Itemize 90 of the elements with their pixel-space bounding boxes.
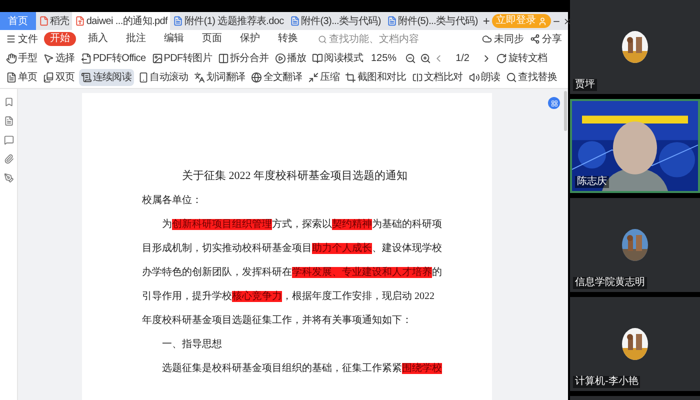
file-menu[interactable]: 文件 (6, 32, 38, 46)
toolbar-button[interactable]: 连续阅读 (78, 69, 134, 86)
toolbar-button[interactable]: 手型 (4, 50, 40, 67)
comment-icon[interactable] (4, 135, 14, 145)
document-line: 一、指导思想 (162, 338, 222, 352)
video-tile[interactable]: 陈志庆 (570, 99, 700, 193)
page-number: 1/2 (454, 52, 470, 66)
hand-icon (6, 53, 17, 64)
crop-icon (345, 72, 356, 83)
toolbar-button[interactable]: 阅读模式 (310, 50, 365, 67)
search-field[interactable]: 查找功能、文档内容 (318, 32, 429, 46)
cloud-icon (482, 34, 492, 44)
toolbar-button[interactable]: 截图和对比 (343, 69, 408, 86)
toolbar-button[interactable]: 自动滚动 (136, 69, 190, 86)
share-button[interactable]: 分享 (530, 32, 562, 46)
pdf-icon (75, 16, 86, 26)
share-icon (530, 34, 540, 44)
document-line: 为创新科研项目组织管理方式，探索以契约精神为基础的科研项 (162, 218, 442, 232)
zoom-in-icon[interactable] (420, 53, 431, 64)
zoom-level[interactable]: 125% (367, 51, 401, 66)
document-line: 校属各单位： (142, 194, 202, 208)
scrollbar[interactable] (564, 91, 567, 131)
toolbar-button[interactable]: 拆分合并 (216, 50, 271, 67)
page-icon (6, 72, 17, 83)
toolbar-button[interactable]: 朗读 (466, 69, 502, 86)
globe-icon (251, 72, 262, 83)
page-icon[interactable] (4, 116, 14, 126)
document-line: 选题征集是校科研基金项目组织的基础，征集工作紧紧围绕学校 (162, 362, 442, 376)
scroll-icon (80, 72, 92, 83)
menu-tab[interactable]: 开始 (44, 32, 76, 46)
participant-name: 陈志庆 (575, 176, 609, 188)
document-line: 引导作用，提升学校核心竞争力，根据年度工作安排，现启动 2022 (142, 290, 434, 304)
close-icon[interactable] (562, 16, 572, 26)
play-icon (274, 53, 286, 64)
toolbar-button[interactable]: 压缩 (306, 69, 342, 86)
columns-icon (218, 53, 229, 64)
tab[interactable]: daiwei ...的通知.pdf (72, 12, 170, 30)
toolbar-button[interactable]: 旋转文档 (494, 50, 550, 67)
toolbar-button[interactable]: 文档比对 (410, 69, 465, 86)
speaker-icon (468, 72, 480, 83)
assistant-icon[interactable] (548, 97, 560, 109)
rotate-icon (496, 53, 508, 64)
participant-name: 贾坪 (573, 79, 597, 91)
document-line: 办学特色的创新团队，发挥科研在学科发展、专业建设和人才培养的 (142, 266, 442, 280)
paperclip-icon[interactable] (4, 154, 14, 164)
compress-icon (308, 72, 320, 83)
search-icon (318, 34, 327, 44)
pen-icon[interactable] (4, 173, 14, 183)
menu-tab[interactable]: 编辑 (158, 32, 190, 46)
user-icon (538, 16, 547, 26)
toolbar-button[interactable]: 全文翻译 (249, 69, 304, 86)
sync-status[interactable]: 未同步 (482, 32, 524, 46)
menu-tab[interactable]: 插入 (82, 32, 114, 46)
toolbar-button[interactable]: 双页 (41, 69, 77, 86)
video-tile[interactable]: 计算机-李小艳 (570, 297, 700, 391)
toolbar-button[interactable]: PDF转Office (78, 50, 148, 67)
document-title: 关于征集 2022 年度校科研基金项目选题的通知 (182, 169, 408, 183)
file-export-icon (80, 53, 92, 64)
document-line: 目形成机制，切实推动校科研基金项目助力个人成长、建设体现学校 (142, 242, 442, 256)
document-icon (173, 16, 184, 26)
toolbar-button[interactable]: PDF转图片 (150, 50, 214, 67)
book-icon (312, 53, 324, 64)
video-tile[interactable]: 信息学院黄志明 (570, 198, 700, 292)
file-icon (39, 16, 49, 26)
menu-icon (6, 34, 16, 44)
compare-icon (412, 72, 423, 83)
zoom-out-icon[interactable] (404, 53, 416, 64)
search-icon (506, 72, 518, 83)
new-tab-button[interactable]: + (480, 12, 492, 30)
document-icon (290, 16, 300, 26)
pages-icon (43, 72, 54, 83)
participant-name: 信息学院黄志明 (573, 277, 647, 289)
video-tile[interactable]: 贾坪 (570, 0, 700, 94)
document-icon (386, 16, 397, 26)
toolbar-button[interactable]: 划词翻译 (192, 69, 248, 86)
bookmark-icon[interactable] (4, 97, 14, 107)
toolbar-button[interactable]: 选择 (41, 50, 77, 67)
menu-tab[interactable]: 页面 (196, 32, 228, 46)
phone-icon (138, 72, 149, 83)
participant-name: 计算机-李小艳 (573, 376, 640, 388)
toolbar-button[interactable]: 单页 (4, 69, 40, 86)
menu-tab[interactable]: 转换 (272, 32, 304, 46)
translate-icon (194, 72, 206, 83)
toolbar-button[interactable]: 查找替换 (504, 69, 560, 86)
pointer-icon (43, 53, 54, 64)
menu-tab[interactable]: 保护 (234, 32, 266, 46)
document-line: 年度校科研基金项目选题征集工作，并将有关事项通知如下： (142, 314, 412, 328)
toolbar-button[interactable]: 播放 (272, 50, 308, 67)
menu-tab[interactable]: 批注 (120, 32, 152, 46)
image-icon (152, 53, 163, 64)
